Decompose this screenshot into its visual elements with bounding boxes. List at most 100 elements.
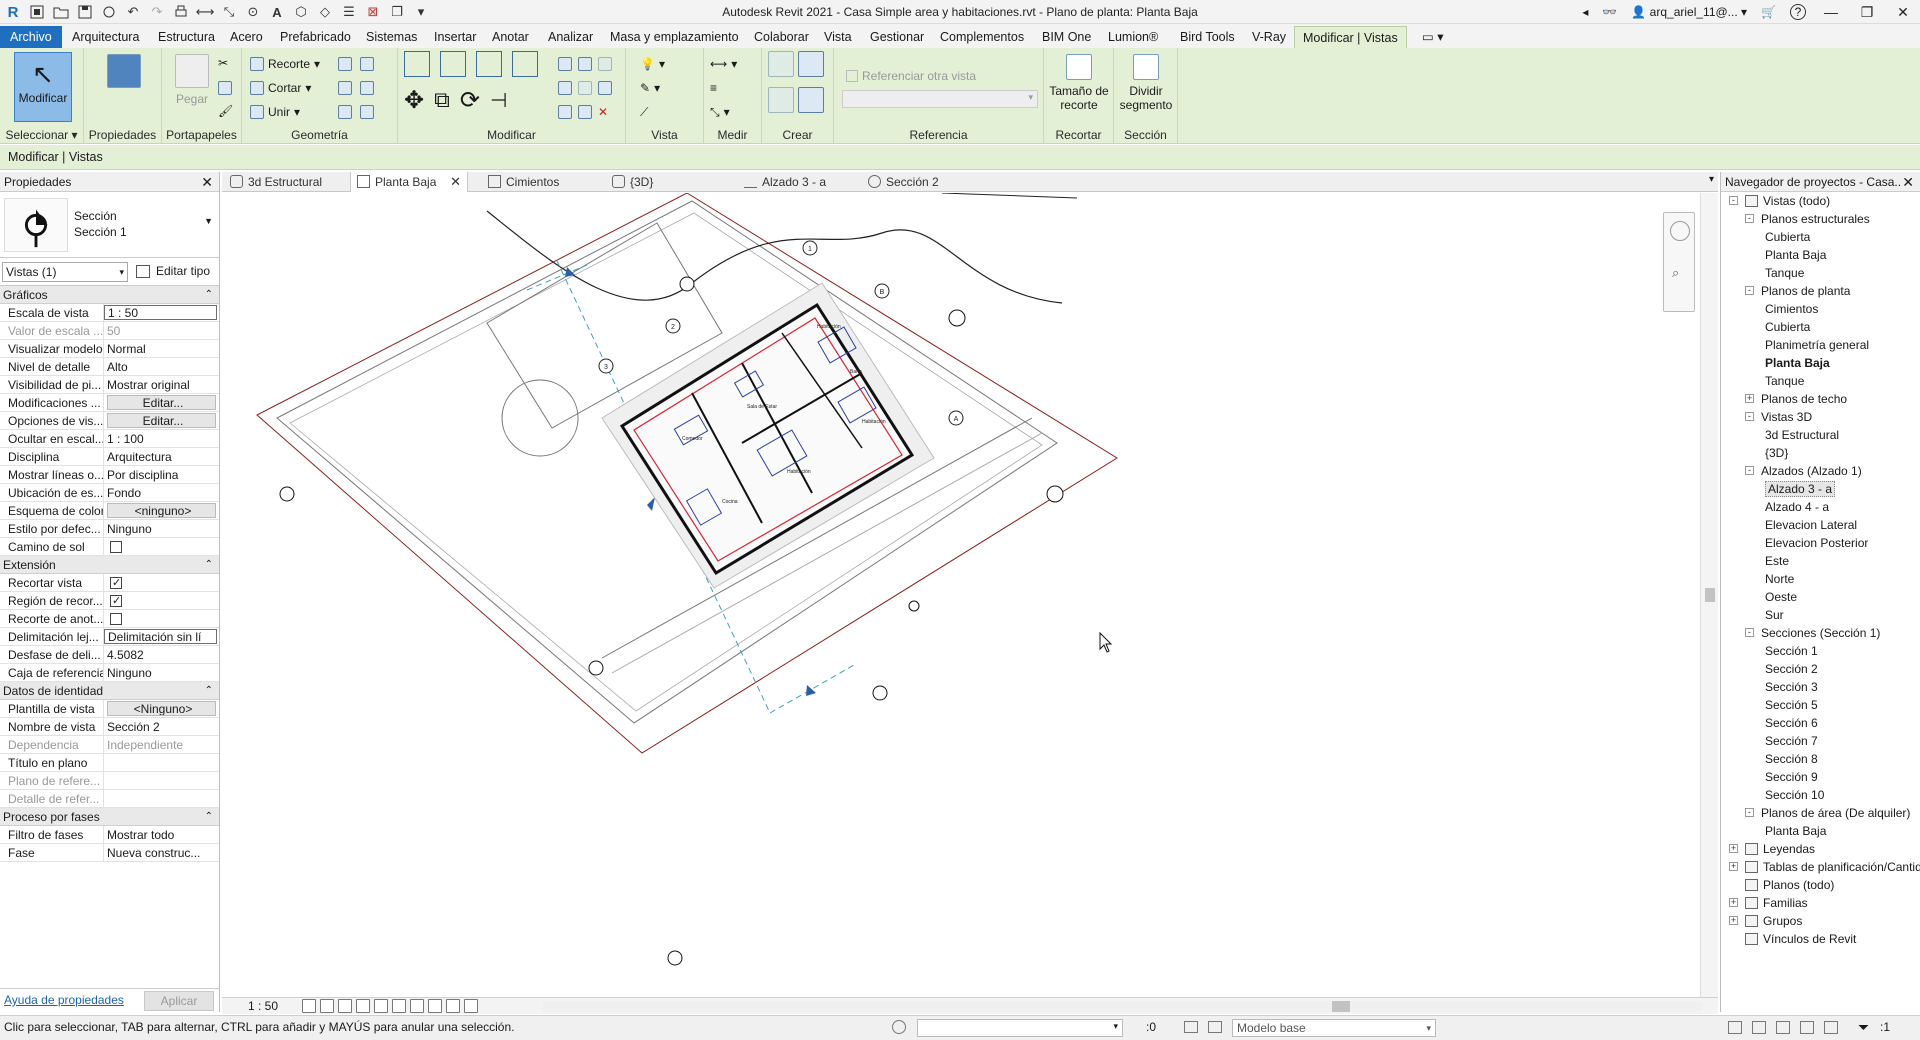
collapse-tree-icon[interactable]: - <box>1745 286 1754 295</box>
property-row[interactable]: Plantilla de vista <Ninguno> <box>0 700 219 718</box>
open-icon[interactable] <box>52 3 70 21</box>
browser-tree-item[interactable]: Tanque <box>1721 264 1920 282</box>
browser-tree-item[interactable]: - Vistas 3D <box>1721 408 1920 426</box>
property-value[interactable]: 1 : 50 <box>104 305 217 320</box>
view-cube-icon[interactable] <box>1670 221 1690 241</box>
property-row[interactable]: Región de recor... <box>0 592 219 610</box>
type-selector[interactable]: Sección Sección 1 ▼ <box>0 192 219 258</box>
print-icon[interactable] <box>172 3 190 21</box>
select-pinned-icon[interactable] <box>1776 1021 1790 1034</box>
split-icon[interactable] <box>558 57 572 71</box>
collapse-icon[interactable]: ⌃ <box>205 682 213 700</box>
property-row[interactable]: Delimitación lej... Delimitación sin lí <box>0 628 219 646</box>
close-hidden-icon[interactable]: ⊠ <box>364 3 382 21</box>
hide-button[interactable]: 💡 ▾ <box>640 54 665 74</box>
property-group-header[interactable]: Proceso por fases ⌃ <box>0 808 219 826</box>
expand-tree-icon[interactable]: + <box>1729 844 1738 853</box>
property-value[interactable]: Normal <box>104 340 219 357</box>
collapse-tree-icon[interactable]: - <box>1745 628 1754 637</box>
tab-complementos[interactable]: Complementos <box>932 26 1032 48</box>
browser-tree-item[interactable]: Sección 6 <box>1721 714 1920 732</box>
property-row[interactable]: Valor de escala ... 50 <box>0 322 219 340</box>
minimize-button[interactable]: — <box>1820 4 1842 20</box>
tab-anotar[interactable]: Anotar <box>484 26 537 48</box>
floor-plan-drawing[interactable]: Comedor Sala de Estar Cocina Habitación … <box>222 193 1700 997</box>
temporary-hide-icon[interactable] <box>428 999 442 1013</box>
view-tab-3d[interactable]: {3D} <box>606 172 686 192</box>
demolish-icon[interactable] <box>360 81 374 95</box>
paint-icon[interactable] <box>360 57 374 71</box>
property-row[interactable]: Fase Nueva construc... <box>0 844 219 862</box>
property-group-header[interactable]: Extensión ⌃ <box>0 556 219 574</box>
property-row[interactable]: Plano de refere... <box>0 772 219 790</box>
reference-view-select[interactable]: ▾ <box>842 90 1038 108</box>
cut-geometry-button[interactable]: Cortar ▾ <box>250 78 311 98</box>
browser-tree-item[interactable]: Elevacion Posterior <box>1721 534 1920 552</box>
vertical-scroll-thumb[interactable] <box>1705 588 1715 602</box>
visual-style-icon[interactable] <box>320 999 334 1013</box>
select-links-icon[interactable] <box>1728 1021 1742 1034</box>
property-row[interactable]: Mostrar líneas o... Por disciplina <box>0 466 219 484</box>
browser-tree-item[interactable]: - Planos estructurales <box>1721 210 1920 228</box>
join-button[interactable]: Unir ▾ <box>250 102 300 122</box>
crop-view-icon[interactable] <box>374 999 388 1013</box>
home-icon[interactable] <box>28 3 46 21</box>
array-icon[interactable] <box>558 81 572 95</box>
property-row[interactable]: Título en plano <box>0 754 219 772</box>
browser-tree-item[interactable]: Norte <box>1721 570 1920 588</box>
tab-colaborar[interactable]: Colaborar <box>746 26 817 48</box>
property-row[interactable]: Visualizar modelo Normal <box>0 340 219 358</box>
aligned-dimension-button[interactable]: ≡ <box>710 78 717 98</box>
modify-button[interactable]: ↖ Modificar <box>14 52 72 122</box>
property-value[interactable]: Editar... <box>107 413 216 428</box>
mirror-draw-icon[interactable] <box>512 51 538 77</box>
tab-masa-emplazamiento[interactable]: Masa y emplazamiento <box>602 26 747 48</box>
mirror-axis-icon[interactable] <box>476 51 502 77</box>
property-row[interactable]: Disciplina Arquitectura <box>0 448 219 466</box>
property-checkbox[interactable] <box>110 541 122 553</box>
search-arrow-icon[interactable]: ◂ <box>1582 5 1588 19</box>
edit-type-button[interactable]: Editar tipo <box>134 262 210 282</box>
property-value[interactable] <box>104 790 219 807</box>
delete-icon[interactable]: ✕ <box>598 105 608 119</box>
property-value[interactable]: 4.5082 <box>104 646 219 663</box>
browser-tree-item[interactable]: Oeste <box>1721 588 1920 606</box>
tab-bim-one[interactable]: BIM One <box>1034 26 1099 48</box>
vertical-scrollbar[interactable] <box>1700 193 1718 997</box>
lock-3d-icon[interactable] <box>410 999 424 1013</box>
browser-tree-item[interactable]: Sección 5 <box>1721 696 1920 714</box>
wall-joins-icon[interactable] <box>338 57 352 71</box>
create-part-icon[interactable] <box>768 51 794 77</box>
property-row[interactable]: Esquema de color <ninguno> <box>0 502 219 520</box>
split-gap-icon[interactable] <box>578 57 592 71</box>
tab-arquitectura[interactable]: Arquitectura <box>64 26 147 48</box>
browser-tree-item[interactable]: Sección 10 <box>1721 786 1920 804</box>
sun-path-icon[interactable] <box>338 999 352 1013</box>
properties-button[interactable] <box>102 54 146 92</box>
ribbon-display-toggle-icon[interactable]: ▭ ▾ <box>1414 26 1452 48</box>
property-row[interactable]: Ocultar en escal... 1 : 100 <box>0 430 219 448</box>
browser-tree-item[interactable]: Planta Baja <box>1721 246 1920 264</box>
thin-lines-icon[interactable]: ☰ <box>340 3 358 21</box>
property-value[interactable] <box>104 754 219 771</box>
browser-tree-item[interactable]: Elevacion Lateral <box>1721 516 1920 534</box>
dimension-icon[interactable]: ⤡ <box>220 3 238 21</box>
property-checkbox[interactable] <box>110 574 122 591</box>
shadows-icon[interactable] <box>356 999 370 1013</box>
crop-size-button[interactable]: Tamaño de recorte <box>1048 54 1110 112</box>
measure-icon[interactable]: ⟷ <box>196 3 215 21</box>
align-icon[interactable] <box>404 51 430 77</box>
create-assembly-icon[interactable] <box>768 87 794 113</box>
property-value[interactable]: Ninguno <box>104 664 219 681</box>
tab-prefabricado[interactable]: Prefabricado <box>272 26 359 48</box>
design-options-icon[interactable] <box>1184 1021 1198 1033</box>
collapse-icon[interactable]: ⌃ <box>205 556 213 574</box>
browser-tree-item[interactable]: Planta Baja <box>1721 354 1920 372</box>
tab-estructura[interactable]: Estructura <box>150 26 223 48</box>
browser-tree-item[interactable]: Cimientos <box>1721 300 1920 318</box>
property-row[interactable]: Visibilidad de pi... Mostrar original <box>0 376 219 394</box>
browser-tree-item[interactable]: Alzado 4 - a <box>1721 498 1920 516</box>
move-icon[interactable]: ✥ <box>404 86 424 115</box>
customize-qat-icon[interactable]: ▾ <box>412 3 430 21</box>
close-tab-icon[interactable]: ✕ <box>450 172 461 192</box>
